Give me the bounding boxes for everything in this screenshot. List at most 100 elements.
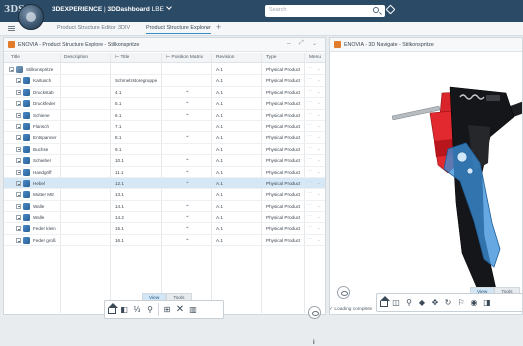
row-menu-chevron-icon[interactable]: ⌄: [317, 214, 321, 220]
row-menu-chevron-icon[interactable]: ⌄: [317, 203, 321, 209]
row-menu-chevron-icon[interactable]: ⌄: [317, 157, 321, 163]
close-icon[interactable]: ✕: [175, 304, 185, 315]
expand-toggle-icon[interactable]: [16, 135, 21, 141]
structure-filter-icon[interactable]: ⊞: [162, 305, 172, 315]
row-menu-chevron-icon[interactable]: ⌄: [317, 89, 321, 95]
collapse-tree-icon[interactable]: ⚲: [145, 305, 155, 315]
minimize-icon[interactable]: –: [287, 40, 291, 47]
expand-toggle-icon[interactable]: [16, 215, 21, 221]
row-menu-icon[interactable]: ···: [307, 88, 312, 94]
maximize-icon[interactable]: ⤢: [299, 40, 304, 47]
row-menu-chevron-icon[interactable]: ⌄: [317, 112, 321, 118]
table-row[interactable]: Mutter M8 13.1 A.1 Physical Product ··· ⌄: [4, 189, 325, 201]
compass-icon[interactable]: [18, 4, 44, 30]
position-matrix-icon[interactable]: ⌖: [186, 180, 189, 186]
row-menu-chevron-icon[interactable]: ⌄: [317, 191, 321, 197]
expand-toggle-icon[interactable]: [16, 146, 21, 152]
hamburger-menu-icon[interactable]: [8, 26, 15, 31]
expand-toggle-icon[interactable]: [16, 89, 21, 95]
table-row[interactable]: Flansch 7.1 A.1 Physical Product ··· ⌄: [4, 121, 325, 133]
add-tab-icon[interactable]: +: [216, 22, 221, 32]
row-menu-icon[interactable]: ···: [307, 156, 312, 162]
expand-toggle-icon[interactable]: [16, 169, 21, 175]
expand-toggle-icon[interactable]: [16, 226, 21, 232]
column-description[interactable]: Description: [64, 55, 88, 60]
row-menu-chevron-icon[interactable]: ⌄: [317, 77, 321, 83]
row-menu-icon[interactable]: ···: [307, 202, 312, 208]
expand-toggle-icon[interactable]: [16, 78, 21, 84]
expand-toggle-icon[interactable]: [16, 180, 21, 186]
position-matrix-icon[interactable]: ⌖: [186, 157, 189, 163]
position-matrix-icon[interactable]: ⌖: [186, 203, 189, 209]
table-row[interactable]: Druckstab 4.1 ⌖ A.1 Physical Product ··· ⌄: [4, 87, 325, 99]
table-row[interactable]: Hebel 12.1 ⌖ A.1 Physical Product ··· ⌄: [4, 177, 325, 190]
column-title-2[interactable]: ⊢ Title: [115, 55, 129, 60]
row-menu-chevron-icon[interactable]: ⌄: [317, 237, 321, 243]
row-menu-icon[interactable]: ···: [307, 76, 312, 82]
home-icon[interactable]: [380, 296, 390, 307]
table-row[interactable]: Entspanner 8.1 ⌖ A.1 Physical Product ··· ⌄: [4, 132, 325, 144]
panel-layout-icon[interactable]: ◧: [119, 305, 129, 315]
search-icon[interactable]: [373, 7, 379, 13]
row-menu-icon[interactable]: ···: [307, 224, 312, 230]
row-menu-chevron-icon[interactable]: ⌄: [317, 225, 321, 231]
position-matrix-icon[interactable]: ⌖: [186, 169, 189, 175]
row-menu-icon[interactable]: ···: [307, 65, 312, 71]
expand-toggle-icon[interactable]: [16, 101, 21, 107]
compass-reset-button[interactable]: [337, 286, 350, 299]
measure-icon[interactable]: ⚐: [456, 298, 466, 308]
row-menu-chevron-icon[interactable]: ⌄: [317, 123, 321, 129]
column-position-matrix[interactable]: ⊢ Position Matrix: [166, 55, 203, 60]
table-row[interactable]: Druckfeder 5.1 ⌖ A.1 Physical Product ··· ⌄: [4, 98, 325, 110]
tag-icon[interactable]: [385, 4, 396, 15]
row-menu-icon[interactable]: ···: [307, 145, 312, 151]
row-menu-chevron-icon[interactable]: ⌄: [317, 134, 321, 140]
position-matrix-icon[interactable]: ⌖: [186, 100, 189, 106]
column-revision[interactable]: Revision: [216, 55, 234, 60]
row-menu-icon[interactable]: ···: [307, 236, 312, 242]
tab-product-structure-editor[interactable]: Product Structure Editor: [57, 25, 116, 31]
3d-viewer[interactable]: [330, 53, 523, 315]
table-row[interactable]: Feder klein 15.1 ⌖ A.1 Physical Product ··· ⌄: [4, 223, 325, 235]
table-row[interactable]: Handgriff 11.1 ⌖ A.1 Physical Product ··· ⌄: [4, 167, 325, 178]
position-matrix-icon[interactable]: ⌖: [186, 89, 189, 95]
expand-toggle-icon[interactable]: [16, 237, 21, 243]
tab-3div[interactable]: 3DIV: [118, 25, 130, 31]
table-row[interactable]: Walle 14.2 ⌖ A.1 Physical Product ··· ⌄: [4, 212, 325, 224]
table-row[interactable]: Stilkonspritze A.1 Physical Product ··· ⌄: [4, 64, 325, 76]
position-matrix-icon[interactable]: ⌖: [186, 112, 189, 118]
expand-toggle-icon[interactable]: [16, 123, 21, 129]
row-menu-chevron-icon[interactable]: ⌄: [317, 169, 321, 175]
row-menu-icon[interactable]: ···: [307, 122, 312, 128]
pan-icon[interactable]: ✥: [430, 298, 440, 308]
row-menu-chevron-icon[interactable]: ⌄: [317, 100, 321, 106]
caulking-gun-model[interactable]: [330, 53, 523, 315]
view-cube-icon[interactable]: ◆: [417, 298, 427, 308]
row-menu-chevron-icon[interactable]: ⌄: [317, 180, 321, 186]
scroll-to-top-button[interactable]: [308, 306, 321, 319]
home-icon[interactable]: [108, 303, 118, 314]
expand-toggle-icon[interactable]: [16, 192, 21, 198]
chevron-down-icon[interactable]: ⌄: [205, 24, 210, 31]
panel-menu-chevron-icon[interactable]: ⌄: [312, 40, 317, 47]
table-row[interactable]: Buchse 9.1 A.1 Physical Product ··· ⌄: [4, 144, 325, 156]
info-icon[interactable]: i: [313, 340, 315, 346]
column-menu[interactable]: Menu: [309, 55, 321, 60]
row-menu-icon[interactable]: ···: [307, 213, 312, 219]
search-input[interactable]: Search: [265, 5, 385, 17]
position-matrix-icon[interactable]: ⌖: [186, 134, 189, 140]
row-menu-icon[interactable]: ···: [307, 133, 312, 139]
position-matrix-icon[interactable]: ⌖: [186, 214, 189, 220]
row-menu-icon[interactable]: ···: [307, 168, 312, 174]
display-mode-icon[interactable]: ◉: [469, 298, 479, 308]
tab-product-structure-explorer[interactable]: Product Structure Explorer: [146, 25, 211, 34]
row-menu-icon[interactable]: ···: [307, 179, 312, 185]
expand-tree-icon[interactable]: ⅓: [132, 305, 142, 315]
position-matrix-icon[interactable]: ⌖: [186, 225, 189, 231]
position-matrix-icon[interactable]: ⌖: [186, 237, 189, 243]
row-menu-icon[interactable]: ···: [307, 190, 312, 196]
chevron-down-icon[interactable]: [166, 4, 172, 10]
column-title[interactable]: Title: [11, 55, 20, 60]
row-menu-chevron-icon[interactable]: ⌄: [317, 146, 321, 152]
column-type[interactable]: Type: [266, 55, 276, 60]
